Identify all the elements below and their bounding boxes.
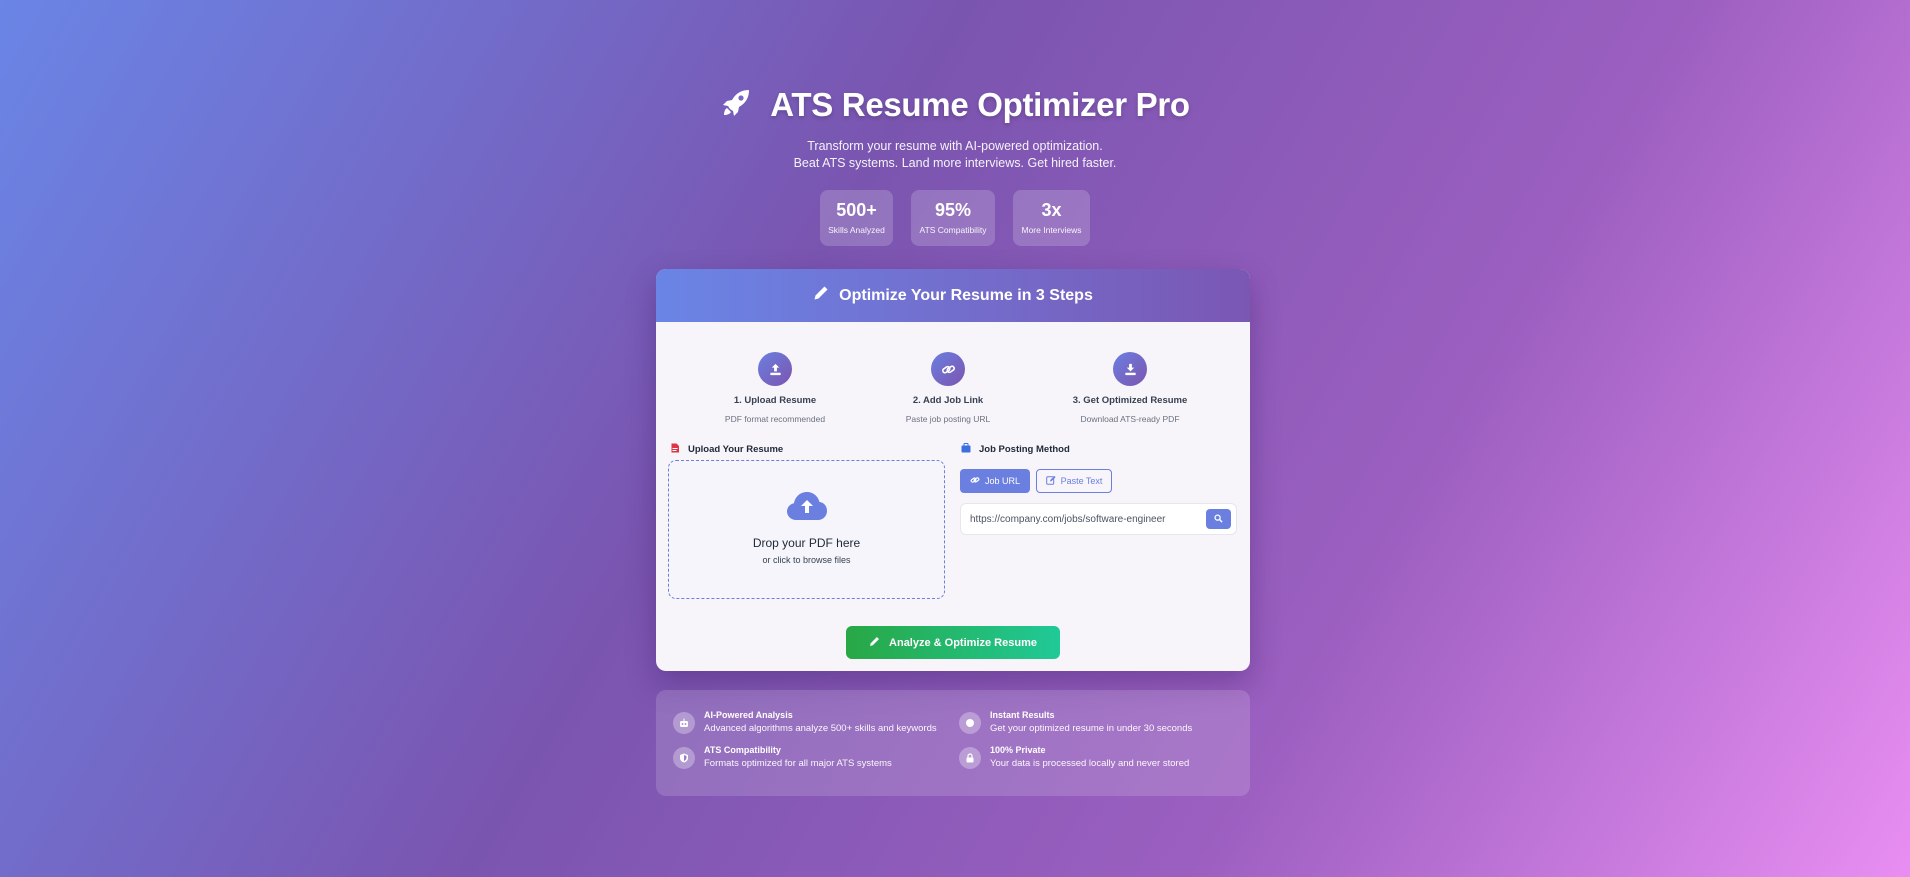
upload-label-text: Upload Your Resume [688,444,784,455]
feature-text: ATS Compatibility Formats optimized for … [704,745,892,769]
step-title: 3. Get Optimized Resume [1072,395,1188,406]
feature-desc: Formats optimized for all major ATS syst… [704,758,892,769]
analyze-button-label: Analyze & Optimize Resume [889,636,1037,649]
analyze-optimize-button[interactable]: Analyze & Optimize Resume [846,626,1060,659]
features-panel: AI-Powered Analysis Advanced algorithms … [656,690,1250,796]
step-subtitle: PDF format recommended [724,414,826,424]
stat-value: 500+ [836,200,877,220]
step-subtitle: Download ATS-ready PDF [1080,414,1180,424]
feature-title: AI-Powered Analysis [704,710,793,720]
subtitle-line-1: Transform your resume with AI-powered op… [807,139,1103,153]
pencil-icon [869,636,880,650]
feature-title: 100% Private [990,745,1046,755]
step-link: 2. Add Job Link Paste job posting URL [848,352,1048,424]
stat-ats: 95% ATS Compatibility [911,190,995,246]
dropzone-subtitle: or click to browse files [762,555,851,565]
job-url-field [960,503,1237,535]
step-subtitle: Paste job posting URL [905,414,991,424]
feature-ai-analysis: AI-Powered Analysis Advanced algorithms … [673,710,937,734]
briefcase-icon [961,443,971,456]
cloud-upload-icon [785,492,829,527]
optimize-card: Optimize Your Resume in 3 Steps 1. Uploa… [656,269,1250,671]
feature-text: AI-Powered Analysis Advanced algorithms … [704,710,937,734]
stat-value: 3x [1041,200,1062,220]
title-row: ATS Resume Optimizer Pro [0,86,1910,124]
stat-interviews: 3x More Interviews [1013,190,1090,246]
feature-ats-compat: ATS Compatibility Formats optimized for … [673,745,892,769]
stats-row: 500+ Skills Analyzed 95% ATS Compatibili… [0,190,1910,246]
feature-private: 100% Private Your data is processed loca… [959,745,1189,769]
tab-paste-text[interactable]: Paste Text [1036,469,1112,493]
dropzone-title: Drop your PDF here [752,536,861,550]
step-upload: 1. Upload Resume PDF format recommended [675,352,875,424]
stat-value: 95% [934,200,972,220]
rocket-icon [720,87,752,124]
feature-desc: Advanced algorithms analyze 500+ skills … [704,723,937,734]
feature-desc: Get your optimized resume in under 30 se… [990,723,1193,734]
edit-icon [1045,475,1056,487]
tab-job-url[interactable]: Job URL [960,469,1030,493]
resume-dropzone[interactable]: Drop your PDF here or click to browse fi… [668,460,945,599]
stat-skills: 500+ Skills Analyzed [820,190,893,246]
tab-label: Paste Text [1060,476,1103,486]
hero: ATS Resume Optimizer Pro Transform your … [0,86,1910,246]
job-url-input[interactable] [961,504,1201,534]
upload-section-label: Upload Your Resume [670,443,783,456]
page-title: ATS Resume Optimizer Pro [770,86,1190,123]
feature-title: ATS Compatibility [704,745,781,755]
feature-text: Instant Results Get your optimized resum… [990,710,1192,734]
stat-label: Skills Analyzed [828,225,885,235]
stat-label: ATS Compatibility [919,225,987,235]
job-section-label: Job Posting Method [961,443,1070,456]
pdf-file-icon [670,443,680,456]
step-download: 3. Get Optimized Resume Download ATS-rea… [1030,352,1230,424]
tab-label: Job URL [984,476,1020,486]
step-title: 2. Add Job Link [912,395,984,406]
stat-label: More Interviews [1021,225,1082,235]
pencil-icon [813,285,829,306]
clock-icon [959,712,981,734]
download-icon [1113,352,1147,386]
card-header: Optimize Your Resume in 3 Steps [656,269,1250,322]
link-icon [931,352,965,386]
subtitle-line-2: Beat ATS systems. Land more interviews. … [793,156,1117,170]
feature-desc: Your data is processed locally and never… [990,758,1190,769]
search-icon [1214,510,1223,528]
hero-subtitle: Transform your resume with AI-powered op… [0,138,1910,172]
upload-icon [758,352,792,386]
feature-instant-results: Instant Results Get your optimized resum… [959,710,1192,734]
robot-icon [673,712,695,734]
step-title: 1. Upload Resume [733,395,817,406]
job-label-text: Job Posting Method [979,444,1070,455]
url-search-button[interactable] [1206,509,1231,529]
card-title: Optimize Your Resume in 3 Steps [839,286,1093,304]
steps-row: 1. Upload Resume PDF format recommended … [656,322,1250,442]
link-icon [970,475,980,487]
feature-text: 100% Private Your data is processed loca… [990,745,1189,769]
shield-icon [673,747,695,769]
feature-title: Instant Results [990,710,1055,720]
lock-icon [959,747,981,769]
